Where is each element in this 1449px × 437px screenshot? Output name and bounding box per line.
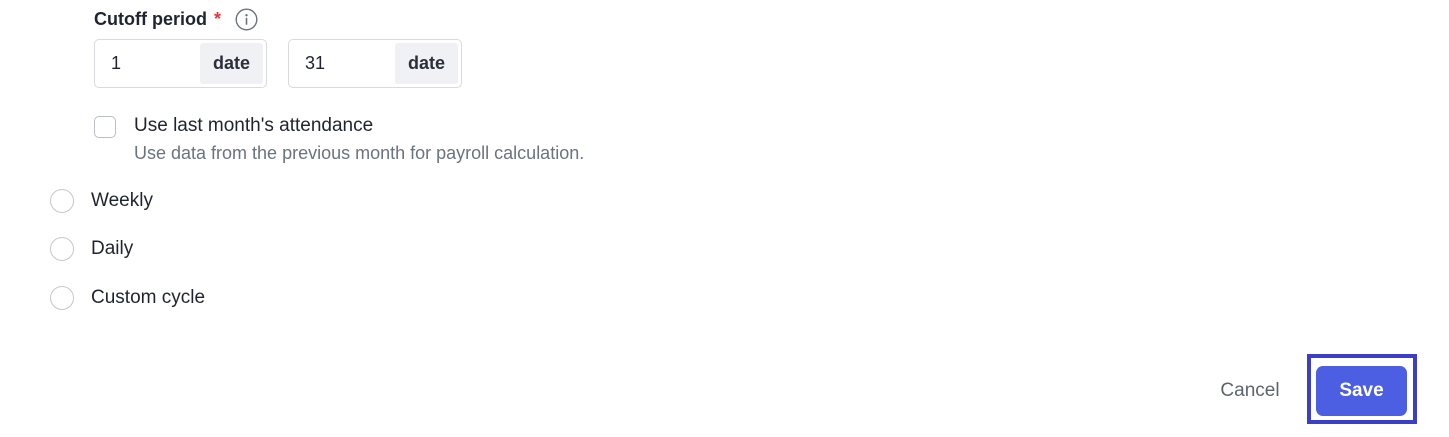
cutoff-period-label: Cutoff period * [94,8,258,31]
frequency-option-custom-cycle[interactable]: Custom cycle [50,286,205,310]
required-marker: * [213,9,221,29]
frequency-option-weekly[interactable]: Weekly [50,189,153,213]
custom-cycle-radio[interactable] [50,286,74,310]
weekly-radio[interactable] [50,189,74,213]
info-icon[interactable] [235,8,258,31]
cutoff-end-value[interactable]: 31 [289,40,392,87]
custom-cycle-label: Custom cycle [91,287,206,308]
save-button[interactable]: Save [1316,366,1407,416]
daily-label: Daily [91,238,134,259]
last-month-attendance-text: Use last month's attendance Use data fro… [134,114,584,164]
cutoff-start-value[interactable]: 1 [95,40,197,87]
last-month-attendance-option[interactable]: Use last month's attendance Use data fro… [94,114,584,164]
cutoff-period-title: Cutoff period [94,9,207,29]
cutoff-settings-panel: Cutoff period * 1 date 31 date Use last … [0,0,1449,437]
last-month-attendance-description: Use data from the previous month for pay… [134,143,585,163]
frequency-option-daily[interactable]: Daily [50,237,133,261]
cutoff-end-input[interactable]: 31 date [288,39,462,88]
last-month-attendance-label: Use last month's attendance [134,115,374,136]
daily-radio[interactable] [50,237,74,261]
cutoff-start-input[interactable]: 1 date [94,39,267,88]
cutoff-end-suffix: date [395,43,458,84]
weekly-label: Weekly [91,190,153,211]
last-month-attendance-checkbox[interactable] [94,116,116,138]
cancel-button[interactable]: Cancel [1207,370,1293,412]
cutoff-start-suffix: date [200,43,263,84]
